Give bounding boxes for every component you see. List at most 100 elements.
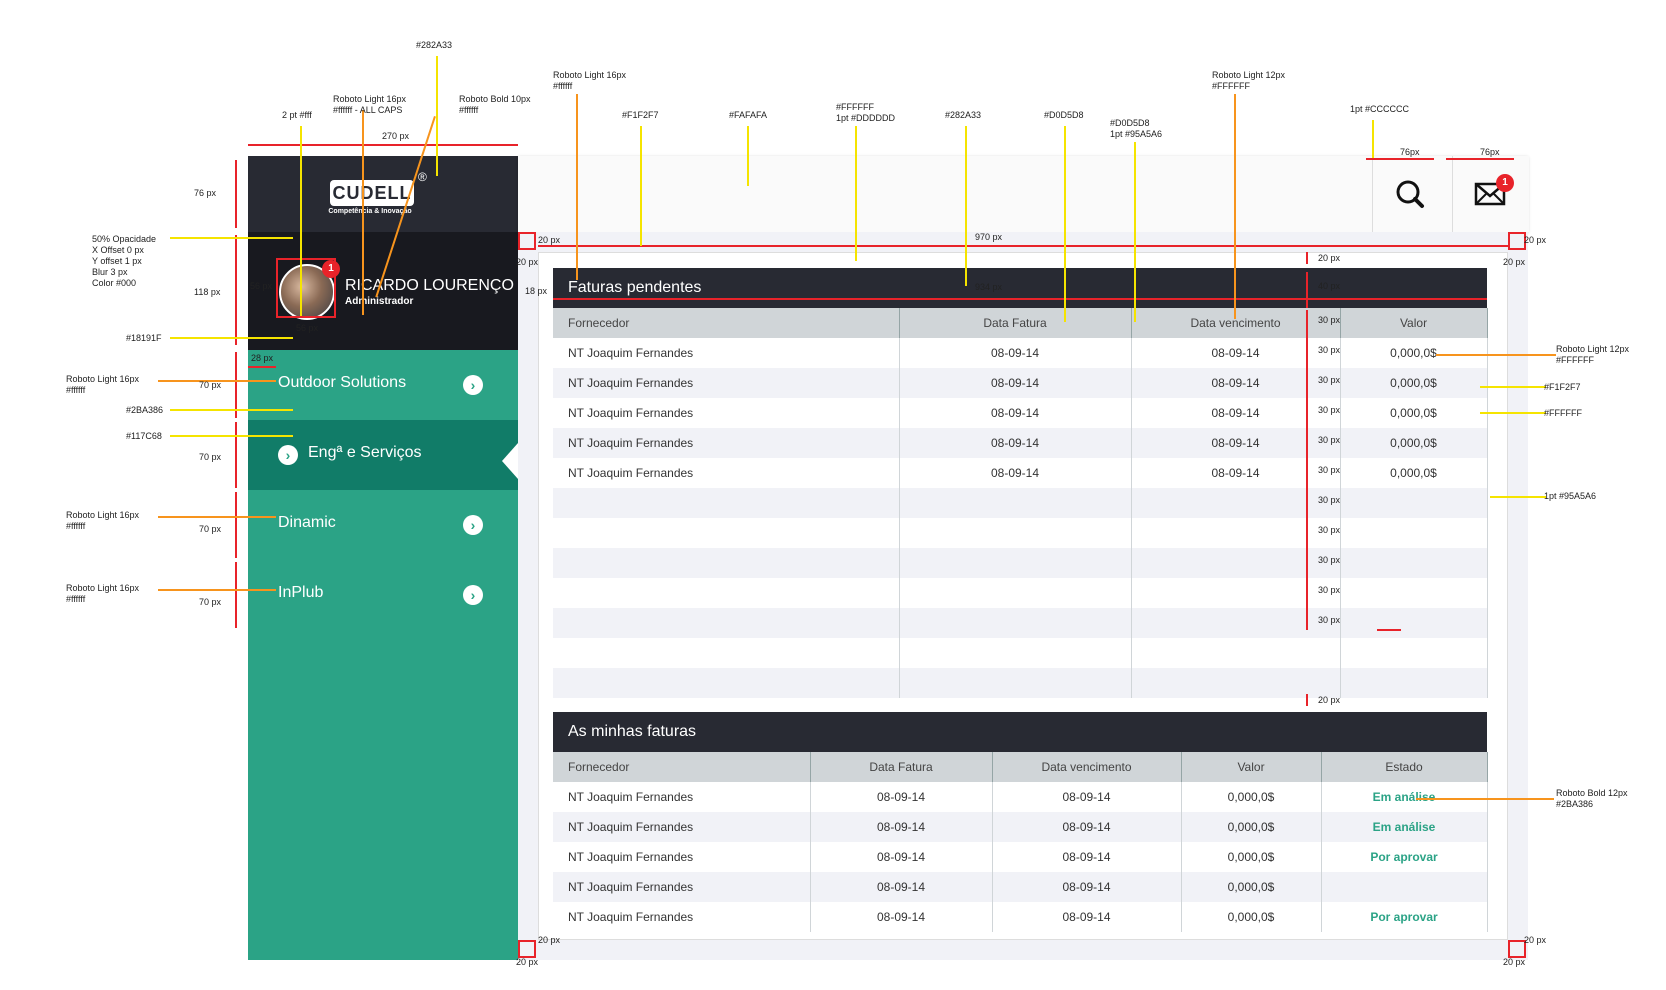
leader-line — [855, 126, 857, 261]
table-cell-empty — [1131, 668, 1341, 698]
table-row[interactable]: NT Joaquim Fernandes 08-09-14 08-09-14 0,00… — [553, 458, 1488, 488]
leader-line — [1416, 798, 1554, 800]
table-row — [553, 668, 1488, 698]
dimension-line — [1377, 629, 1401, 631]
table-cell: 08-09-14 — [1131, 398, 1341, 428]
panel-title: Faturas pendentes — [568, 279, 702, 296]
table-cell: 08-09-14 — [1131, 338, 1341, 368]
spec-label: Roboto Light 12px #FFFFFF — [1556, 344, 1630, 365]
dimension-line — [235, 562, 237, 628]
column-header[interactable]: Fornecedor — [553, 752, 811, 782]
leader-line — [158, 589, 276, 591]
table-row[interactable]: NT Joaquim Fernandes 08-09-14 08-09-14 0,00… — [553, 812, 1488, 842]
column-header[interactable]: Fornecedor — [553, 308, 900, 338]
column-header[interactable]: Valor — [1181, 752, 1322, 782]
spec-label: 76 px — [194, 188, 217, 198]
search-button[interactable] — [1372, 156, 1449, 232]
table-cell: 08-09-14 — [899, 368, 1132, 398]
leader-line — [1480, 386, 1546, 388]
leader-line — [747, 126, 749, 186]
table-cell-empty — [1340, 608, 1488, 638]
table-row — [553, 608, 1488, 638]
spec-label: 20 px — [1503, 957, 1526, 967]
spec-label: 20 px — [1318, 695, 1341, 705]
dimension-line — [235, 160, 237, 228]
table-cell: 08-09-14 — [992, 842, 1182, 872]
table-cell: NT Joaquim Fernandes — [553, 782, 811, 812]
active-indicator — [502, 443, 518, 479]
search-icon — [1396, 180, 1424, 208]
dimension-line — [1446, 158, 1514, 160]
spec-label: Roboto Light 12px #FFFFFF — [1212, 70, 1286, 91]
column-header[interactable]: Data Fatura — [899, 308, 1132, 338]
table-row[interactable]: NT Joaquim Fernandes 08-09-14 08-09-14 0,00… — [553, 338, 1488, 368]
table-cell: 08-09-14 — [992, 902, 1182, 932]
spec-label: 30 px — [1318, 495, 1341, 505]
table-cell-empty — [899, 668, 1132, 698]
table-header-row: Fornecedor Data Fatura Data vencimento V… — [553, 752, 1488, 782]
status-badge: Em análise — [1321, 782, 1488, 812]
table-cell: 0,000,0$ — [1340, 398, 1488, 428]
dimension-line — [1306, 694, 1308, 706]
status-badge — [1321, 872, 1488, 902]
chevron-right-icon: › — [278, 445, 298, 465]
sidebar-item-inplub[interactable]: InPlub › — [248, 560, 518, 630]
spec-label: Roboto Light 16px #ffffff — [66, 510, 140, 531]
spec-label: 270 px — [382, 131, 410, 141]
dimension-line — [1306, 252, 1308, 264]
spec-label: #FFFFFF 1pt #DDDDDD — [836, 102, 896, 123]
padding-marker — [518, 232, 536, 250]
table-cell: 08-09-14 — [810, 782, 993, 812]
table-cell-empty — [1131, 548, 1341, 578]
spec-label: 934 px — [975, 282, 1003, 292]
table-cell-empty — [553, 518, 900, 548]
table-cell: 08-09-14 — [899, 458, 1132, 488]
leader-line — [1134, 142, 1136, 322]
pending-invoices-table: Fornecedor Data Fatura Data vencimento V… — [553, 308, 1488, 698]
column-header[interactable]: Estado — [1321, 752, 1488, 782]
my-invoices-table: Fornecedor Data Fatura Data vencimento V… — [553, 752, 1488, 932]
leader-line — [965, 126, 967, 286]
table-row[interactable]: NT Joaquim Fernandes 08-09-14 08-09-14 0,00… — [553, 902, 1488, 932]
brand-logo[interactable]: CUDELL — [330, 180, 414, 206]
table-cell: NT Joaquim Fernandes — [553, 872, 811, 902]
table-row[interactable]: NT Joaquim Fernandes 08-09-14 08-09-14 0,00… — [553, 398, 1488, 428]
registered-mark: ® — [418, 170, 427, 184]
table-header-row: Fornecedor Data Fatura Data vencimento V… — [553, 308, 1488, 338]
spec-label: 18 px — [525, 286, 548, 296]
mail-button[interactable] — [1452, 156, 1529, 232]
table-row[interactable]: NT Joaquim Fernandes 08-09-14 08-09-14 0,00… — [553, 872, 1488, 902]
spec-label: 20 px — [1524, 235, 1547, 245]
table-row[interactable]: NT Joaquim Fernandes 08-09-14 08-09-14 0,00… — [553, 842, 1488, 872]
column-header[interactable]: Data Fatura — [810, 752, 993, 782]
leader-line — [170, 409, 293, 411]
spec-label: #117C68 — [126, 431, 162, 441]
spec-label: #F1F2F7 — [1544, 382, 1581, 392]
table-row[interactable]: NT Joaquim Fernandes 08-09-14 08-09-14 0,00… — [553, 428, 1488, 458]
table-cell: 08-09-14 — [810, 902, 993, 932]
dimension-line — [538, 245, 1508, 247]
table-row[interactable]: NT Joaquim Fernandes 08-09-14 08-09-14 0,00… — [553, 782, 1488, 812]
sidebar-item-label: Engª e Serviços — [308, 444, 422, 461]
table-cell: NT Joaquim Fernandes — [553, 368, 900, 398]
table-row[interactable]: NT Joaquim Fernandes 08-09-14 08-09-14 0,00… — [553, 368, 1488, 398]
table-cell-empty — [553, 608, 900, 638]
spec-label: 76px — [1400, 147, 1420, 157]
pending-invoices-header: Faturas pendentes — [553, 268, 1487, 308]
spec-label: #18191F — [126, 333, 162, 343]
sidebar-item-dinamic[interactable]: Dinamic › — [248, 490, 518, 560]
dimension-line — [1306, 272, 1308, 308]
table-cell: 0,000,0$ — [1181, 902, 1322, 932]
spec-label: Roboto Light 16px #ffffff — [66, 374, 140, 395]
column-header[interactable]: Valor — [1340, 308, 1488, 338]
table-cell: 08-09-14 — [810, 812, 993, 842]
table-cell: 08-09-14 — [992, 812, 1182, 842]
sidebar-item-label: InPlub — [278, 584, 324, 601]
column-header[interactable]: Data vencimento — [992, 752, 1182, 782]
sidebar-item-eng-servicos[interactable]: › Engª e Serviços — [248, 420, 518, 490]
table-cell-empty — [899, 518, 1132, 548]
leader-line — [576, 94, 578, 280]
brand-tagline: Competência & Inovação — [328, 208, 412, 215]
avatar-size-marker — [276, 258, 336, 318]
spec-label: 56 px — [296, 323, 319, 333]
